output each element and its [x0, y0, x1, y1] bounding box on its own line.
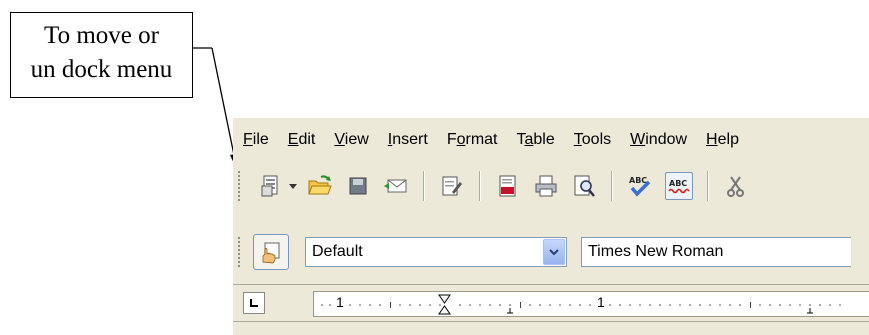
standard-toolbar: ABC ABC: [233, 162, 869, 210]
svg-text:ABC: ABC: [669, 179, 687, 188]
menu-file[interactable]: File: [243, 131, 269, 149]
cut-icon[interactable]: [723, 173, 749, 199]
horizontal-ruler[interactable]: 1 1: [313, 291, 869, 317]
new-document-icon[interactable]: [259, 173, 285, 199]
paragraph-style-value: Default: [312, 243, 363, 260]
styles-hand-icon: [262, 242, 280, 264]
toolbar-grip-handle[interactable]: [237, 170, 241, 202]
print-icon[interactable]: [533, 173, 559, 199]
indent-marker-icon[interactable]: [438, 294, 451, 315]
callout-line-1: To move or: [44, 22, 159, 49]
font-name-value: Times New Roman: [588, 243, 724, 260]
menu-table[interactable]: Table: [517, 131, 555, 149]
autospellcheck-icon[interactable]: ABC: [665, 172, 693, 200]
toolbar-separator: [611, 171, 613, 201]
toolbar-separator: [423, 171, 425, 201]
ruler-number: 1: [597, 294, 605, 310]
chevron-down-icon: [549, 249, 559, 256]
toolbar-grip-handle[interactable]: [237, 236, 241, 268]
menu-help[interactable]: Help: [706, 131, 739, 149]
toolbar-separator: [707, 171, 709, 201]
spellcheck-icon[interactable]: ABC: [627, 173, 653, 199]
font-name-select[interactable]: Times New Roman: [581, 237, 851, 267]
menu-window[interactable]: Window: [630, 131, 687, 149]
left-tab-icon: [250, 299, 258, 307]
new-dropdown-chevron-icon[interactable]: [289, 183, 297, 189]
menu-format[interactable]: Format: [447, 131, 498, 149]
toolbar-separator: [479, 171, 481, 201]
menu-edit[interactable]: Edit: [288, 131, 316, 149]
callout-box: To move or un dock menu: [10, 12, 193, 98]
menu-view[interactable]: View: [334, 131, 368, 149]
paragraph-style-select[interactable]: Default: [305, 237, 567, 267]
export-pdf-icon[interactable]: [495, 173, 521, 199]
svg-text:ABC: ABC: [629, 176, 647, 185]
ruler-ticks: [321, 294, 841, 315]
ruler-bar: 1 1: [233, 284, 869, 322]
save-icon[interactable]: [345, 173, 371, 199]
formatting-toolbar: Default Times New Roman: [233, 226, 869, 278]
menu-insert[interactable]: Insert: [388, 131, 428, 149]
application-window: File Edit View Insert Format Table Tools…: [233, 118, 869, 335]
ruler-number: 1: [336, 294, 344, 310]
edit-file-icon[interactable]: [439, 173, 465, 199]
menu-bar: File Edit View Insert Format Table Tools…: [233, 118, 869, 162]
menu-tools[interactable]: Tools: [574, 131, 611, 149]
tab-stop-toggle[interactable]: [243, 292, 265, 314]
styles-formatting-button[interactable]: [253, 234, 289, 270]
paragraph-style-dropdown-button[interactable]: [543, 239, 565, 265]
callout-line-2: un dock menu: [30, 56, 173, 83]
email-icon[interactable]: [383, 173, 409, 199]
open-folder-icon[interactable]: [307, 173, 333, 199]
page-preview-icon[interactable]: [571, 173, 597, 199]
